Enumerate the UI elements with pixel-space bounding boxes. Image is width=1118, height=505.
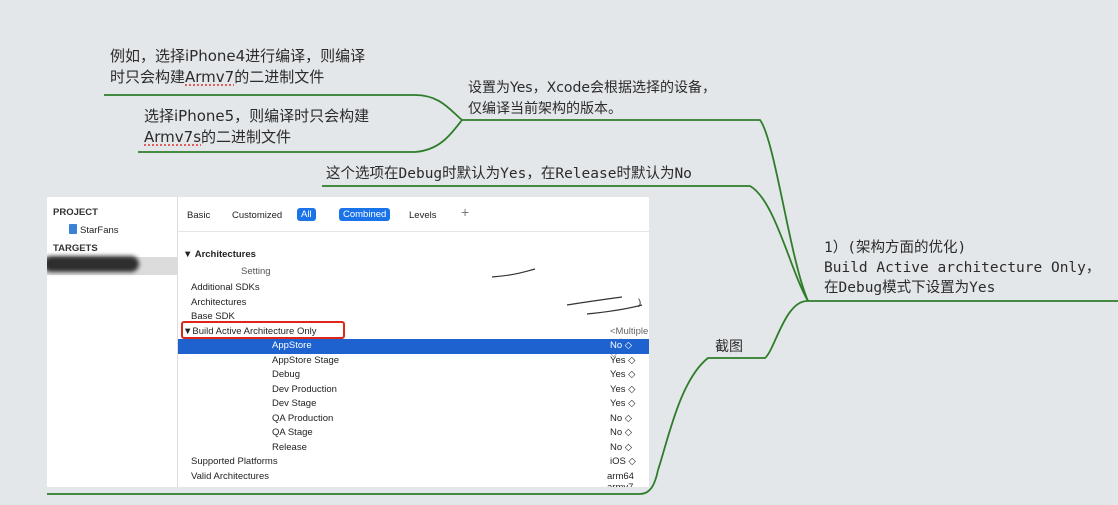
root-node: 1）(架构方面的优化) Build Active architecture On…: [824, 238, 1100, 298]
example2-arch: Armv7s: [144, 128, 202, 146]
highlight-box: [181, 321, 345, 339]
xcode-screenshot: PROJECT StarFans TARGETS Basic Customize…: [47, 197, 649, 487]
yes-note-line-1: 设置为Yes，Xcode会根据选择的设备，: [468, 80, 716, 96]
screenshot-label: 截图: [715, 339, 743, 355]
root-line-3: 在Debug模式下设置为Yes: [824, 280, 996, 296]
root-line-1: 1）(架构方面的优化): [824, 240, 967, 256]
example1-text-a: 时只会构建: [110, 68, 186, 86]
example2-text: 的二进制文件: [201, 128, 292, 146]
yes-note-line-2: 仅编译当前架构的版本。: [468, 101, 622, 117]
example2-line-1: 选择iPhone5，则编译时只会构建: [144, 107, 370, 125]
example1-line-2: 时只会构建Armv7的二进制文件: [110, 67, 365, 88]
yes-note: 设置为Yes，Xcode会根据选择的设备， 仅编译当前架构的版本。: [468, 78, 716, 120]
example2-note: 选择iPhone5，则编译时只会构建 Armv7s的二进制文件: [144, 106, 369, 148]
example1-text-b: 的二进制文件: [234, 68, 325, 86]
example1-arch: Armv7: [185, 68, 235, 86]
root-line-2: Build Active architecture Only，: [824, 260, 1101, 276]
example1-note: 例如，选择iPhone4进行编译，则编译 时只会构建Armv7的二进制文件: [110, 46, 365, 88]
example1-line-1: 例如，选择iPhone4进行编译，则编译: [110, 47, 366, 65]
redaction-strokes: [491, 268, 643, 315]
default-note: 这个选项在Debug时默认为Yes，在Release时默认为No: [326, 166, 692, 182]
example2-line-2: Armv7s的二进制文件: [144, 127, 369, 148]
